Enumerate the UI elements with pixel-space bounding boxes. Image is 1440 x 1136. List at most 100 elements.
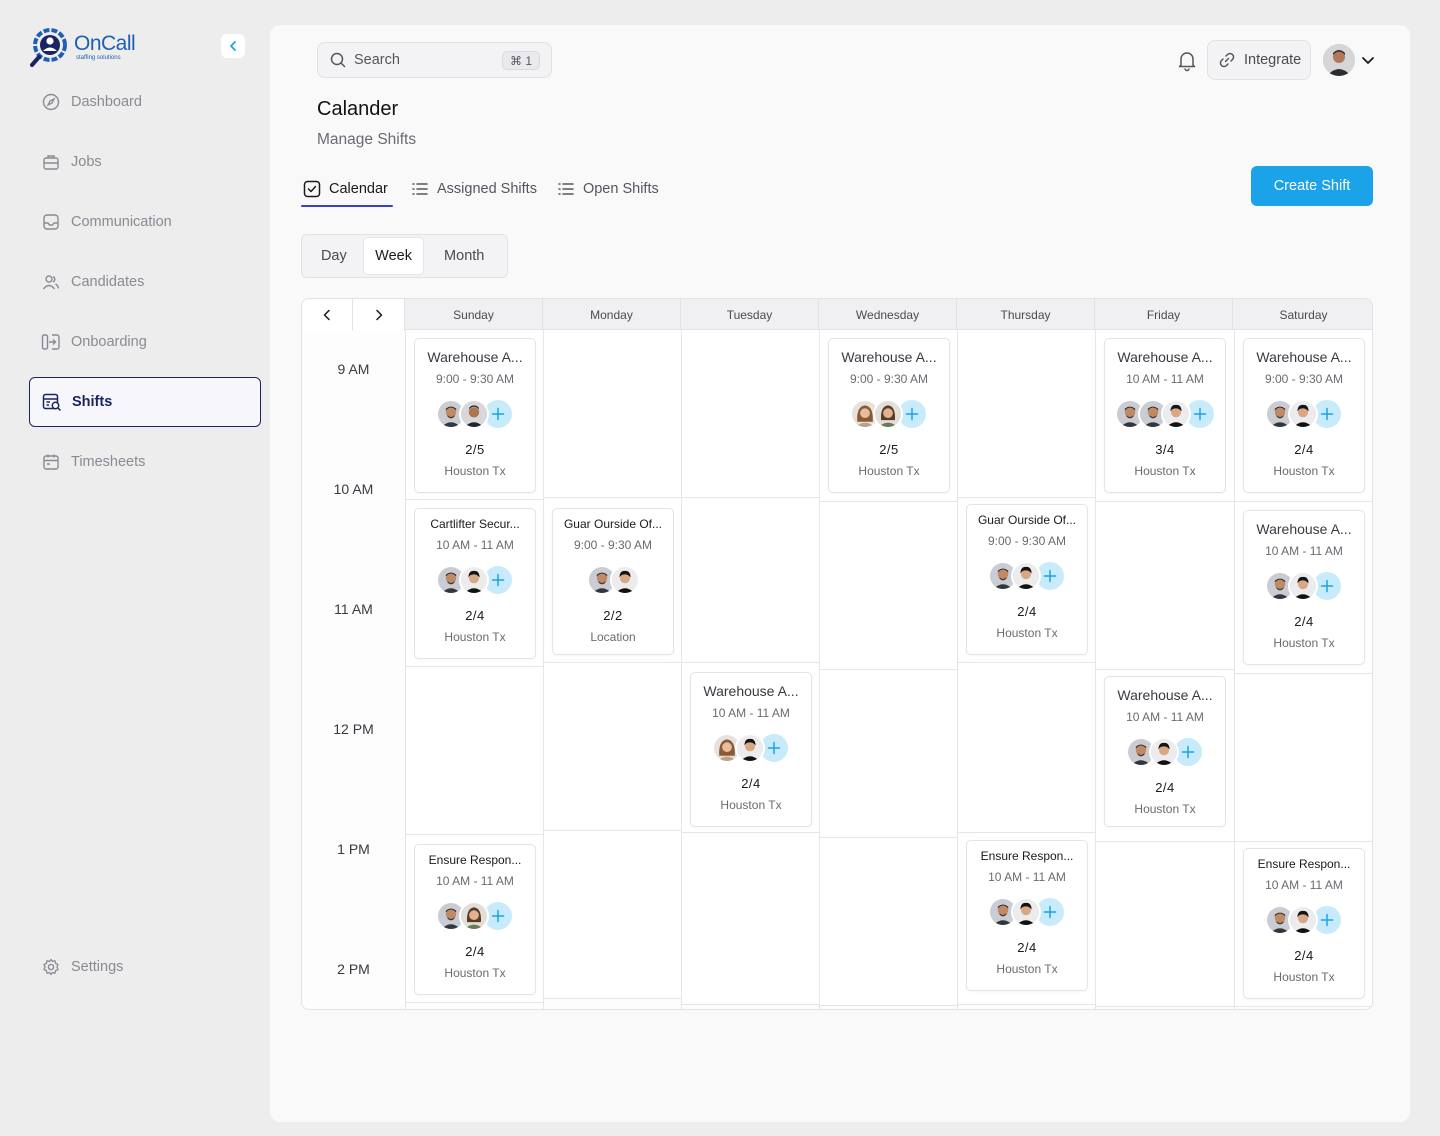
day-header-sunday: Sunday [405, 299, 543, 330]
sidebar-item-dashboard[interactable]: Dashboard [29, 77, 261, 127]
sidebar-item-label: Timesheets [71, 454, 146, 470]
shift-time: 10 AM - 11 AM [436, 874, 514, 888]
shift-title: Guar Ourside Of... [563, 517, 663, 531]
time-slot[interactable] [1235, 674, 1372, 842]
shift-card[interactable]: Ensure Respon... 10 AM - 11 AM 2/4 Houston … [414, 844, 536, 995]
search-input[interactable] [354, 52, 494, 68]
time-slot[interactable] [1096, 502, 1234, 670]
shift-card[interactable]: Guar Ourside Of... 9:00 - 9:30 AM 2/4 Houst… [966, 504, 1088, 655]
time-slot[interactable] [820, 670, 958, 838]
shift-time: 10 AM - 11 AM [1265, 878, 1343, 892]
staff-avatar[interactable] [1160, 399, 1191, 429]
view-day-option[interactable]: Day [305, 237, 363, 275]
plus-icon [491, 909, 505, 923]
shift-location: Houston Tx [444, 464, 506, 478]
shift-card[interactable]: Warehouse A... 10 AM - 11 AM 2/4 Houston Tx [690, 672, 812, 827]
day-column: Warehouse A... 9:00 - 9:30 AM 2/4 Houston T… [1234, 330, 1372, 1009]
shift-card[interactable]: Warehouse A... 9:00 - 9:30 AM 2/4 Houston T… [1243, 338, 1365, 493]
view-month-option[interactable]: Month [424, 237, 504, 275]
sidebar-item-label: Onboarding [71, 334, 147, 350]
account-menu-button[interactable] [1359, 51, 1377, 69]
search-bar[interactable]: ⌘ 1 [317, 42, 552, 78]
staff-avatar[interactable] [609, 565, 640, 595]
sidebar-item-jobs[interactable]: Jobs [29, 137, 261, 187]
staff-avatar[interactable] [459, 901, 489, 931]
staff-avatar[interactable] [1288, 571, 1318, 601]
shift-location: Location [590, 630, 636, 644]
create-shift-button[interactable]: Create Shift [1251, 166, 1373, 206]
shift-card[interactable]: Warehouse A... 10 AM - 11 AM 3/4 Houston Tx [1104, 338, 1226, 493]
time-label: 12 PM [333, 721, 374, 737]
shift-location: Houston Tx [444, 966, 506, 980]
staff-avatar[interactable] [1288, 399, 1318, 429]
shift-card[interactable]: Cartlifter Secur... 10 AM - 11 AM 2/4 Houst… [414, 508, 536, 659]
sidebar-item-shifts[interactable]: Shifts [29, 377, 261, 427]
time-slot[interactable] [544, 663, 682, 831]
dashboard-icon [41, 92, 61, 112]
prev-week-button[interactable] [302, 299, 353, 330]
shift-card[interactable]: Guar Ourside Of... 9:00 - 9:30 AM 2/2 Locat… [552, 508, 674, 655]
staff-avatar[interactable] [459, 399, 489, 429]
time-slot[interactable] [958, 663, 1096, 833]
shift-time: 10 AM - 11 AM [1126, 372, 1204, 386]
shift-card[interactable]: Warehouse A... 10 AM - 11 AM 2/4 Houston Tx [1243, 510, 1365, 665]
tab-label: Open Shifts [582, 181, 659, 197]
staff-avatar[interactable] [1011, 897, 1041, 927]
time-slot[interactable] [1096, 842, 1234, 1007]
time-slot[interactable] [406, 667, 544, 835]
tab-assigned-shifts[interactable]: Assigned Shifts [409, 171, 539, 207]
sidebar-item-candidates[interactable]: Candidates [29, 257, 261, 307]
time-slot[interactable] [820, 838, 958, 1006]
collapse-sidebar-button[interactable] [221, 34, 245, 58]
staff-avatar[interactable] [873, 399, 903, 429]
time-label: 10 AM [333, 481, 374, 497]
time-slot[interactable] [544, 831, 682, 999]
next-week-button[interactable] [353, 299, 404, 330]
brand-tagline: staffing solutions [76, 55, 121, 61]
time-slot[interactable] [820, 502, 958, 670]
shift-location: Houston Tx [1273, 636, 1335, 650]
sidebar-item-label: Candidates [71, 274, 145, 290]
user-avatar[interactable] [1323, 44, 1355, 76]
time-slot[interactable] [682, 833, 820, 1005]
plus-icon [1320, 407, 1334, 421]
shift-card[interactable]: Warehouse A... 10 AM - 11 AM 2/4 Houston Tx [1104, 676, 1226, 827]
shift-time: 9:00 - 9:30 AM [987, 534, 1067, 548]
time-slot[interactable] [544, 330, 682, 498]
login-icon [41, 332, 61, 352]
integrate-button[interactable]: Integrate [1207, 40, 1311, 80]
staff-avatar[interactable] [1149, 737, 1179, 767]
sidebar-item-settings[interactable]: Settings [29, 942, 261, 992]
sidebar-item-communication[interactable]: Communication [29, 197, 261, 247]
time-slot[interactable] [682, 330, 820, 498]
chevron-left-icon [323, 309, 330, 320]
sidebar-item-onboarding[interactable]: Onboarding [29, 317, 261, 367]
brand-name: OnCall [74, 32, 136, 55]
shift-card[interactable]: Warehouse A... 9:00 - 9:30 AM 2/5 Houston T… [414, 338, 536, 493]
integrate-label: Integrate [1244, 52, 1302, 68]
time-slot[interactable] [958, 330, 1096, 498]
notifications-button[interactable] [1175, 48, 1199, 72]
staff-avatar[interactable] [459, 565, 489, 595]
tab-open-shifts[interactable]: Open Shifts [555, 171, 661, 207]
view-week-option[interactable]: Week [362, 237, 425, 275]
sidebar-item-timesheets[interactable]: Timesheets [29, 437, 261, 487]
day-header-saturday: Saturday [1234, 299, 1372, 330]
staff-avatar[interactable] [1288, 905, 1318, 935]
time-slot[interactable] [682, 498, 820, 663]
shift-card[interactable]: Warehouse A... 9:00 - 9:30 AM 2/5 Houston T… [828, 338, 950, 493]
shift-card[interactable]: Ensure Respon... 10 AM - 11 AM 2/4 Houston … [1243, 848, 1365, 999]
plus-icon [767, 741, 781, 755]
brand-logo[interactable]: OnCall staffing solutions [30, 26, 140, 68]
day-header-wednesday: Wednesday [819, 299, 957, 330]
tab-calendar[interactable]: Calendar [301, 171, 393, 207]
time-label: 9 AM [337, 361, 370, 377]
shift-card[interactable]: Ensure Respon... 10 AM - 11 AM 2/4 Houston … [966, 840, 1088, 991]
shift-fill-count: 3/4 [1155, 442, 1175, 457]
calendar-icon [41, 452, 61, 472]
shift-fill-count: 2/4 [741, 776, 761, 791]
search-icon [330, 52, 346, 68]
staff-avatar[interactable] [1011, 561, 1041, 591]
staff-avatar[interactable] [735, 733, 765, 763]
assigned-staff [1114, 398, 1216, 430]
